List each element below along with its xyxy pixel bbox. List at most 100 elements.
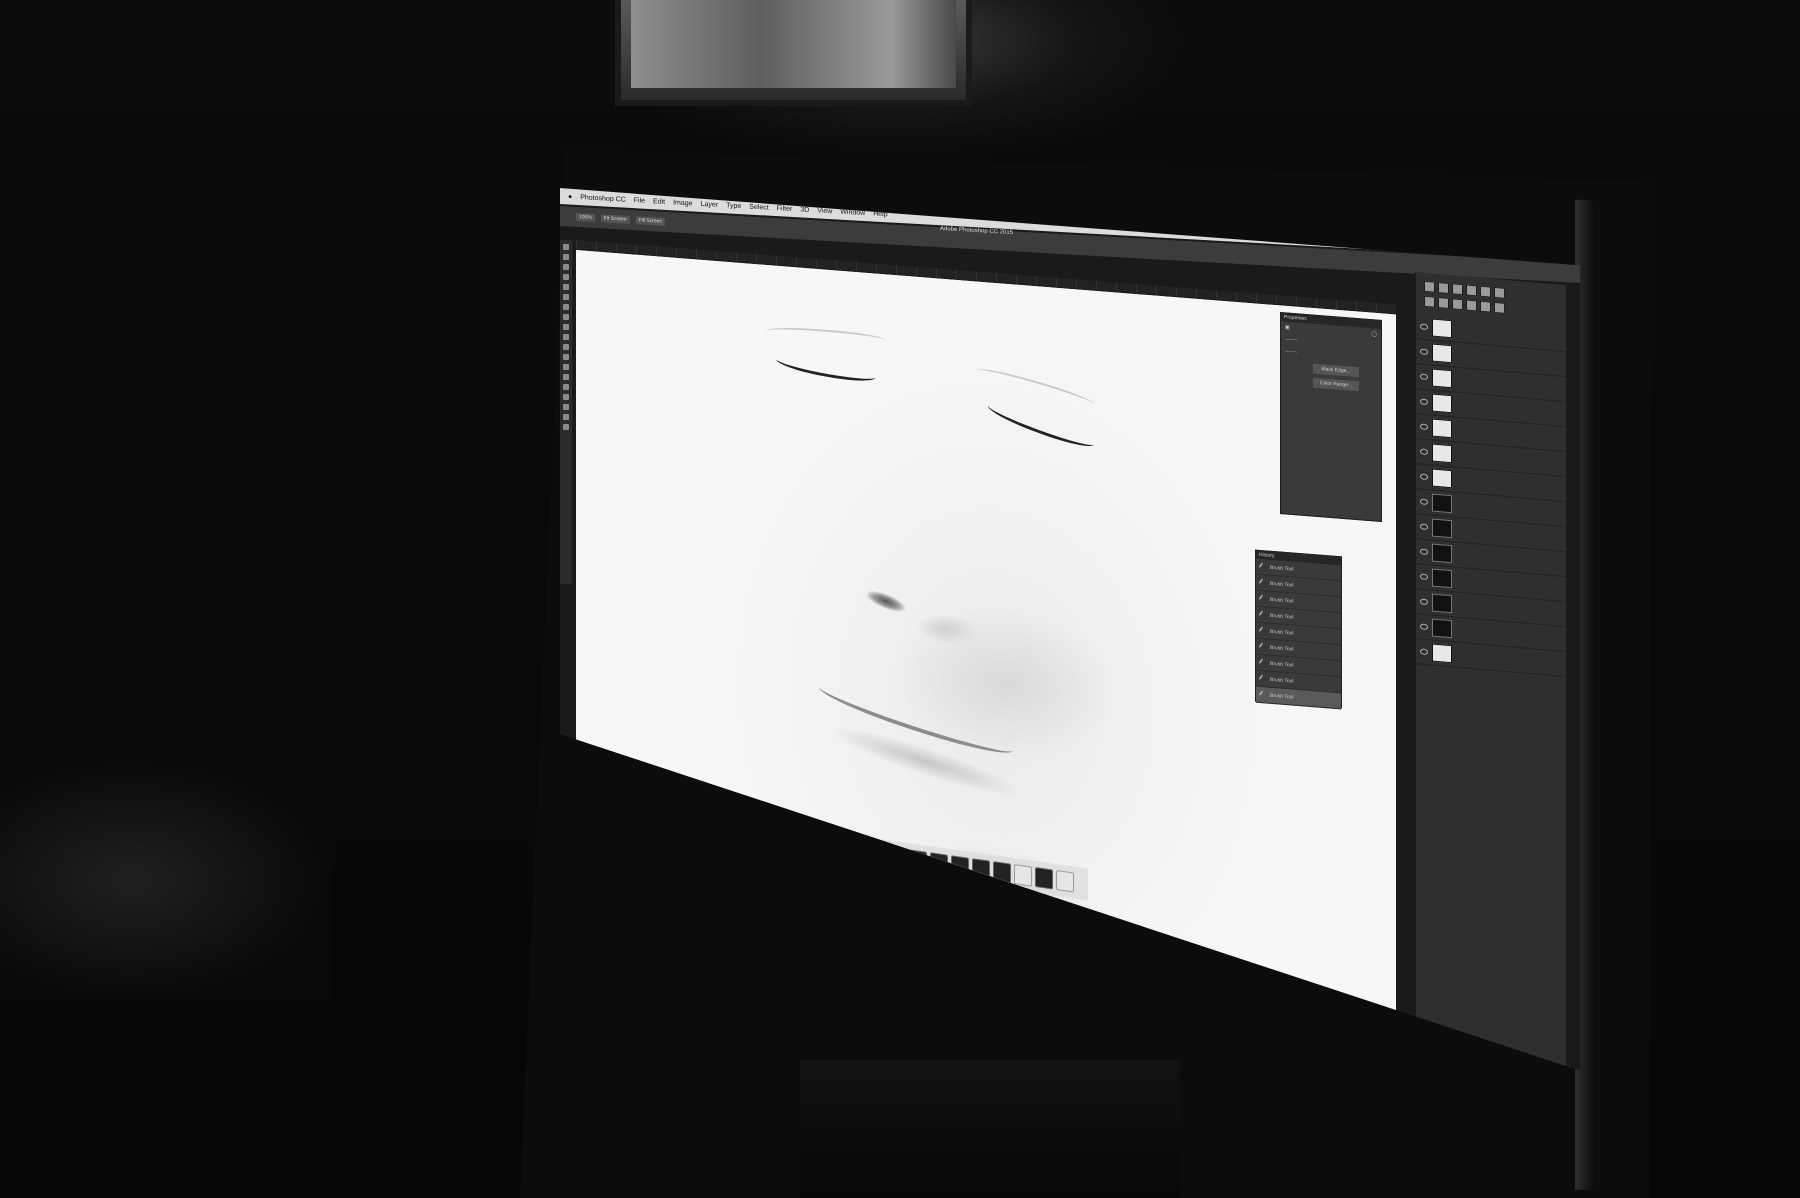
visibility-eye-icon[interactable]	[1420, 498, 1428, 506]
zoom-tool-icon[interactable]	[563, 424, 569, 430]
layer-thumbnail	[1432, 643, 1452, 664]
path-select-tool-icon[interactable]	[563, 394, 569, 400]
visibility-eye-icon[interactable]	[1420, 598, 1428, 606]
layer-thumbnail	[1432, 393, 1452, 414]
layer-thumbnail	[1432, 318, 1452, 339]
quick-select-tool-icon[interactable]	[563, 274, 569, 280]
hue-saturation-icon[interactable]	[1494, 286, 1505, 299]
menu-filter[interactable]: Filter	[777, 205, 793, 213]
black-white-icon[interactable]	[1438, 297, 1449, 309]
history-item-label: Brush Tool	[1270, 644, 1294, 653]
menu-file[interactable]: File	[634, 197, 645, 205]
layer-thumbnail	[1432, 343, 1452, 364]
history-item-label: Brush Tool	[1270, 628, 1294, 637]
history-item-label: Brush Tool	[1270, 564, 1294, 573]
move-tool-icon[interactable]	[563, 244, 569, 250]
visibility-eye-icon[interactable]	[1420, 348, 1428, 356]
eyedropper-tool-icon[interactable]	[563, 294, 569, 300]
visibility-eye-icon[interactable]	[1420, 323, 1428, 331]
brush-icon	[1259, 674, 1267, 683]
eraser-tool-icon[interactable]	[563, 344, 569, 350]
visibility-eye-icon[interactable]	[1420, 548, 1428, 556]
brush-icon	[1259, 610, 1267, 619]
brush-icon	[1259, 658, 1267, 667]
brush-icon	[1259, 562, 1267, 571]
layer-thumbnail	[1432, 443, 1452, 464]
crop-tool-icon[interactable]	[563, 284, 569, 290]
visibility-eye-icon[interactable]	[1420, 648, 1428, 656]
history-item-label: Brush Tool	[1270, 612, 1294, 621]
menu-edit[interactable]: Edit	[653, 198, 665, 206]
levels-icon[interactable]	[1438, 282, 1449, 294]
visibility-eye-icon[interactable]	[1420, 423, 1428, 431]
visibility-eye-icon[interactable]	[1420, 573, 1428, 581]
desk-clutter	[0, 760, 330, 1000]
fit-screen-button[interactable]: Fit Screen	[600, 214, 630, 224]
density-slider-track[interactable]: ⎯⎯⎯⎯⎯	[1285, 336, 1298, 343]
history-brush-tool-icon[interactable]	[563, 334, 569, 340]
layer-thumbnail	[1432, 618, 1452, 639]
visibility-eye-icon[interactable]	[1420, 473, 1428, 481]
zoom-100-button[interactable]: 100%	[576, 212, 595, 222]
visibility-eye-icon[interactable]	[1420, 398, 1428, 406]
pen-tool-icon[interactable]	[563, 374, 569, 380]
marquee-tool-icon[interactable]	[563, 254, 569, 260]
layer-thumbnail	[1432, 493, 1452, 514]
fill-screen-button[interactable]: Fill Screen	[635, 216, 666, 226]
layer-thumbnail	[1432, 368, 1452, 389]
mask-edge-button[interactable]: Mask Edge...	[1313, 363, 1359, 378]
menu-app[interactable]: Photoshop CC	[580, 194, 626, 204]
vector-mask-icon[interactable]: ◯	[1371, 331, 1377, 337]
visibility-eye-icon[interactable]	[1420, 373, 1428, 381]
history-item-label: Brush Tool	[1270, 580, 1294, 589]
app-icon[interactable]	[1035, 867, 1053, 890]
dodge-tool-icon[interactable]	[563, 364, 569, 370]
face-eye-left	[775, 350, 877, 386]
brightness-icon[interactable]	[1424, 280, 1435, 293]
vibrance-icon[interactable]	[1480, 285, 1491, 298]
mask-icon[interactable]: ▣	[1285, 324, 1290, 330]
clone-stamp-tool-icon[interactable]	[563, 324, 569, 330]
exposure-icon[interactable]	[1466, 284, 1477, 297]
face-eye-right	[985, 397, 1097, 453]
hand-tool-icon[interactable]	[563, 414, 569, 420]
shape-tool-icon[interactable]	[563, 404, 569, 410]
layers-panel	[1416, 314, 1566, 678]
layer-thumbnail	[1432, 418, 1452, 439]
brush-icon	[1259, 642, 1267, 651]
color-balance-icon[interactable]	[1424, 295, 1435, 308]
brush-icon	[1259, 594, 1267, 603]
layer-thumbnail	[1432, 518, 1452, 539]
brush-icon	[1259, 690, 1267, 699]
menu-3d[interactable]: 3D	[800, 206, 809, 214]
feather-slider-track[interactable]: ⎯⎯⎯⎯⎯	[1285, 348, 1298, 355]
menu-type[interactable]: Type	[726, 202, 741, 210]
background-monitor	[615, 0, 972, 106]
color-range-button[interactable]: Color Range...	[1313, 377, 1359, 392]
history-item-label: Brush Tool	[1270, 660, 1294, 669]
healing-tool-icon[interactable]	[563, 304, 569, 310]
apple-icon[interactable]: ●	[568, 193, 572, 200]
face-nose	[916, 611, 976, 647]
trash-icon[interactable]	[1056, 869, 1074, 893]
channel-mixer-icon[interactable]	[1466, 299, 1477, 312]
menu-layer[interactable]: Layer	[701, 200, 719, 208]
menu-image[interactable]: Image	[673, 199, 692, 207]
menu-select[interactable]: Select	[749, 203, 768, 211]
type-tool-icon[interactable]	[563, 384, 569, 390]
monitor-stand	[800, 1060, 1180, 1198]
visibility-eye-icon[interactable]	[1420, 523, 1428, 531]
history-panel[interactable]: History Brush Tool Brush Tool Brush Tool…	[1255, 549, 1342, 710]
history-item-label: Brush Tool	[1270, 676, 1294, 685]
photo-filter-icon[interactable]	[1452, 298, 1463, 311]
brush-tool-icon[interactable]	[563, 314, 569, 320]
lasso-tool-icon[interactable]	[563, 264, 569, 270]
curves-icon[interactable]	[1452, 283, 1463, 296]
properties-panel[interactable]: Properties ▣ ◯ ⎯⎯⎯⎯⎯ ⎯⎯⎯⎯⎯ Mask Edge... …	[1280, 311, 1382, 523]
gradient-map-icon[interactable]	[1494, 301, 1505, 314]
invert-icon[interactable]	[1480, 300, 1491, 313]
gradient-tool-icon[interactable]	[563, 354, 569, 360]
system-preferences-icon[interactable]	[1014, 864, 1032, 887]
visibility-eye-icon[interactable]	[1420, 623, 1428, 631]
visibility-eye-icon[interactable]	[1420, 448, 1428, 456]
